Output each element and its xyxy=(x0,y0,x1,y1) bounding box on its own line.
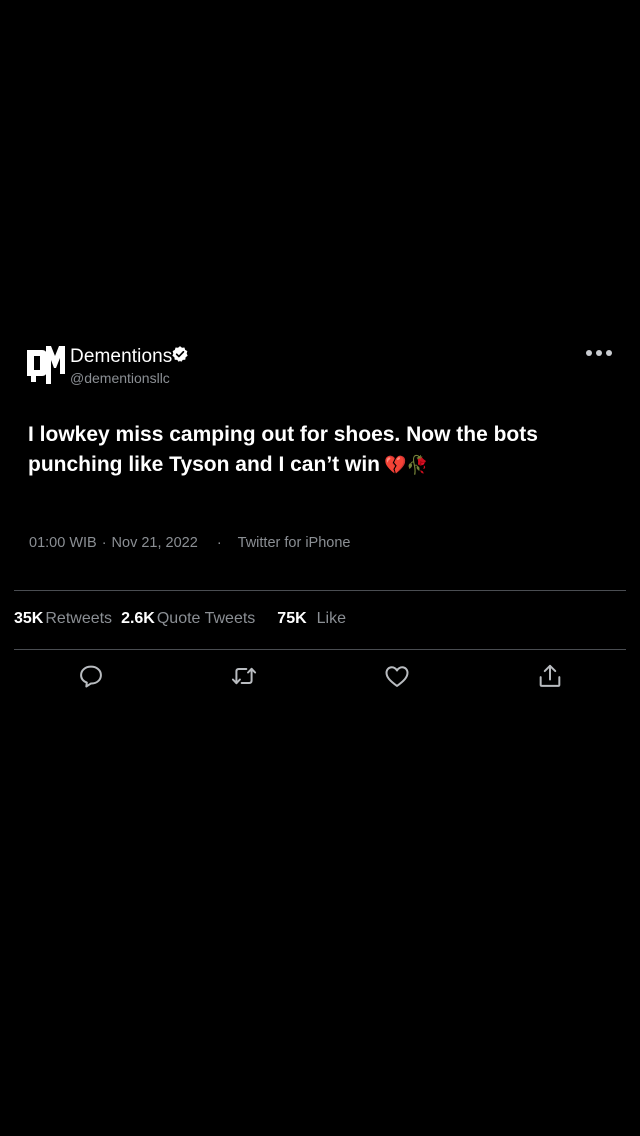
tweet-header: Dementions @dementionsllc xyxy=(26,344,616,388)
tweet-screen: Dementions @dementionsllc I lowkey miss … xyxy=(0,0,640,1136)
quotes-stat[interactable]: 2.6K Quote Tweets xyxy=(121,610,255,628)
divider xyxy=(14,590,626,591)
dementions-logo[interactable] xyxy=(26,344,66,386)
tweet-source[interactable]: Twitter for iPhone xyxy=(238,535,351,551)
retweets-label: Retweets xyxy=(45,610,113,627)
separator-dot: · xyxy=(101,535,107,551)
tweet-emoji: 💔🥀 xyxy=(383,455,429,476)
like-icon[interactable] xyxy=(383,662,411,690)
quotes-count: 2.6K xyxy=(121,610,155,627)
tweet-text: I lowkey miss camping out for shoes. Now… xyxy=(28,420,588,481)
handle[interactable]: @dementionsllc xyxy=(70,370,170,386)
tweet-date: Nov 21, 2022 xyxy=(111,535,198,551)
tweet-actions xyxy=(0,662,640,692)
divider xyxy=(14,649,626,650)
tweet-stats: 35K Retweets 2.6K Quote Tweets 75K Like xyxy=(14,610,346,628)
more-options-icon[interactable] xyxy=(586,348,616,358)
likes-label: Like xyxy=(316,610,347,627)
tweet-time: 01:00 WIB xyxy=(29,535,97,551)
retweets-stat[interactable]: 35K Retweets xyxy=(14,610,112,628)
verified-icon xyxy=(172,346,189,362)
display-name[interactable]: Dementions xyxy=(70,346,172,368)
quotes-label: Quote Tweets xyxy=(156,610,256,627)
name-row: Dementions xyxy=(70,346,189,368)
tweet-body: I lowkey miss camping out for shoes. Now… xyxy=(28,423,538,476)
reply-icon[interactable] xyxy=(77,662,105,690)
separator-dot: · xyxy=(216,535,222,551)
likes-stat[interactable]: 75K Like xyxy=(277,610,346,628)
share-icon[interactable] xyxy=(536,662,564,690)
retweets-count: 35K xyxy=(14,610,44,627)
retweet-icon[interactable] xyxy=(230,662,258,690)
likes-count: 75K xyxy=(277,610,307,627)
tweet-meta: 01:00 WIB · Nov 21, 2022 · Twitter for i… xyxy=(29,535,350,551)
